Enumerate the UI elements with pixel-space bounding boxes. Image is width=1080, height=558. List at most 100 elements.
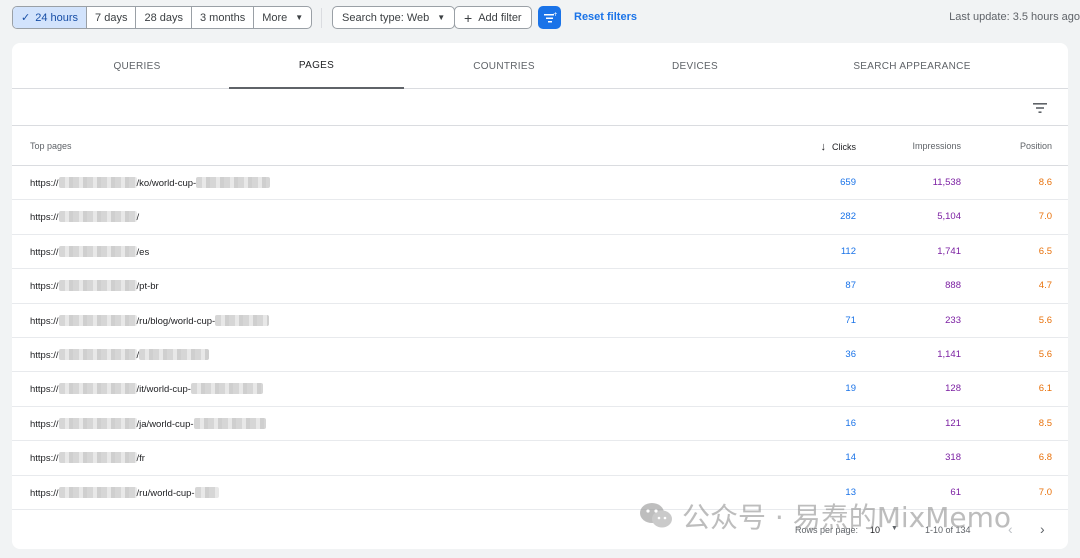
impressions-value: 1,741 <box>937 245 961 257</box>
tab-queries[interactable]: QUERIES <box>52 43 222 89</box>
table-toolbar <box>12 89 1068 126</box>
impressions-value: 318 <box>945 452 961 464</box>
table-body: https:///ko/world-cup- 659 11,538 8.6 ht… <box>12 166 1068 510</box>
filter-list-icon: + <box>543 11 557 22</box>
reset-filters-link[interactable]: Reset filters <box>574 11 637 23</box>
chevron-right-icon[interactable]: › <box>1040 521 1045 537</box>
date-option-7-days[interactable]: 7 days <box>87 7 137 28</box>
impressions-value: 128 <box>945 383 961 395</box>
redacted-slug <box>139 348 210 360</box>
header-impressions[interactable]: Impressions <box>912 141 961 151</box>
caret-down-icon: ▼ <box>295 13 304 22</box>
search-type-filter[interactable]: Search type: Web ▼ <box>332 6 456 29</box>
tab-pages[interactable]: PAGES <box>229 43 404 89</box>
rows-per-page-select[interactable]: 10 <box>870 525 880 535</box>
position-value: 6.1 <box>1038 383 1052 395</box>
clicks-value: 87 <box>845 280 856 292</box>
position-value: 8.5 <box>1038 417 1052 429</box>
clicks-value: 71 <box>845 314 856 326</box>
last-update-text: Last update: 3.5 hours ago <box>949 11 1080 23</box>
clicks-value: 13 <box>845 486 856 498</box>
table-row[interactable]: https:///it/world-cup- 19 128 6.1 <box>12 372 1068 407</box>
redacted-domain <box>58 348 137 360</box>
tab-countries[interactable]: COUNTRIES <box>419 43 589 89</box>
page-url: https:///es <box>30 245 150 258</box>
caret-down-icon[interactable]: ▼ <box>891 525 898 532</box>
redacted-domain <box>58 486 137 498</box>
filter-icon[interactable] <box>1032 101 1048 115</box>
table-row[interactable]: https:/// 282 5,104 7.0 <box>12 200 1068 235</box>
table-row[interactable]: https:///ja/world-cup- 16 121 8.5 <box>12 407 1068 442</box>
header-top-pages: Top pages <box>30 141 72 151</box>
add-filter-button[interactable]: + Add filter <box>454 6 532 29</box>
clicks-value: 16 <box>845 417 856 429</box>
redacted-slug <box>215 314 270 326</box>
page-url: https:/// <box>30 348 210 361</box>
filter-settings-button[interactable]: + <box>538 6 561 29</box>
page-url: https:/// <box>30 211 140 224</box>
impressions-value: 888 <box>945 280 961 292</box>
date-range-selector: ✓ 24 hours 7 days 28 days 3 months More ▼ <box>12 6 313 29</box>
chevron-left-icon[interactable]: ‹ <box>1008 521 1013 537</box>
redacted-domain <box>58 280 137 292</box>
date-option-more[interactable]: More ▼ <box>254 7 311 28</box>
redacted-domain <box>58 417 137 429</box>
table-row[interactable]: https:///ko/world-cup- 659 11,538 8.6 <box>12 166 1068 201</box>
position-value: 5.6 <box>1038 314 1052 326</box>
position-value: 8.6 <box>1038 177 1052 188</box>
page-url: https:///it/world-cup- <box>30 383 263 395</box>
redacted-domain <box>58 383 137 395</box>
page-url: https:///ko/world-cup- <box>30 177 271 189</box>
redacted-slug <box>193 417 266 429</box>
table-row[interactable]: https:///fr 14 318 6.8 <box>12 441 1068 476</box>
redacted-slug <box>190 383 263 395</box>
position-value: 4.7 <box>1038 280 1052 292</box>
impressions-value: 5,104 <box>937 211 961 223</box>
rows-per-page-label: Rows per page: <box>795 525 859 535</box>
clicks-value: 36 <box>845 348 856 360</box>
plus-icon: + <box>464 9 473 26</box>
pagination: Rows per page: 10 ▼ 1-10 of 134 ‹ › <box>12 514 1068 549</box>
position-value: 5.6 <box>1038 348 1052 360</box>
date-option-28-days[interactable]: 28 days <box>136 7 192 28</box>
impressions-value: 61 <box>950 486 961 498</box>
impressions-value: 121 <box>945 417 961 429</box>
page-url: https:///ru/blog/world-cup- <box>30 314 270 327</box>
header-position[interactable]: Position <box>1020 141 1052 151</box>
clicks-value: 659 <box>840 177 856 188</box>
position-value: 6.5 <box>1038 245 1052 257</box>
clicks-value: 14 <box>845 452 856 464</box>
arrow-down-icon: ↓ <box>820 141 827 153</box>
check-icon: ✓ <box>21 12 31 24</box>
date-option-24-hours[interactable]: ✓ 24 hours <box>13 7 88 28</box>
clicks-value: 19 <box>845 383 856 395</box>
table-row[interactable]: https:///pt-br 87 888 4.7 <box>12 269 1068 304</box>
table-row[interactable]: https:///ru/world-cup- 13 61 7.0 <box>12 476 1068 510</box>
redacted-slug <box>194 486 219 498</box>
table-row[interactable]: https:///ru/blog/world-cup- 71 233 5.6 <box>12 304 1068 338</box>
date-option-3-months[interactable]: 3 months <box>192 7 255 28</box>
page-range: 1-10 of 134 <box>925 525 971 535</box>
clicks-value: 282 <box>840 211 856 223</box>
redacted-domain <box>58 452 137 464</box>
table-row[interactable]: https:///es 112 1,741 6.5 <box>12 235 1068 270</box>
report-card: QUERIES PAGES COUNTRIES DEVICES SEARCH A… <box>12 43 1068 549</box>
tab-search-appearance[interactable]: SEARCH APPEARANCE <box>822 43 1002 89</box>
page-url: https:///ja/world-cup- <box>30 417 266 430</box>
clicks-value: 112 <box>840 245 856 257</box>
impressions-value: 11,538 <box>932 177 961 188</box>
tab-devices[interactable]: DEVICES <box>610 43 780 89</box>
svg-text:+: + <box>553 11 557 18</box>
table-row[interactable]: https:/// 36 1,141 5.6 <box>12 338 1068 373</box>
table-header: Top pages ↓ Clicks Impressions Position <box>12 126 1068 166</box>
redacted-domain <box>58 314 137 326</box>
impressions-value: 1,141 <box>937 348 961 360</box>
dimension-tabs: QUERIES PAGES COUNTRIES DEVICES SEARCH A… <box>12 43 1068 89</box>
filter-bar: ✓ 24 hours 7 days 28 days 3 months More ▼ … <box>0 0 1080 36</box>
caret-down-icon: ▼ <box>437 13 446 22</box>
header-clicks[interactable]: ↓ Clicks <box>821 141 857 153</box>
position-value: 6.8 <box>1038 452 1052 464</box>
position-value: 7.0 <box>1038 486 1052 498</box>
page-url: https:///fr <box>30 452 145 465</box>
redacted-domain <box>58 245 137 257</box>
